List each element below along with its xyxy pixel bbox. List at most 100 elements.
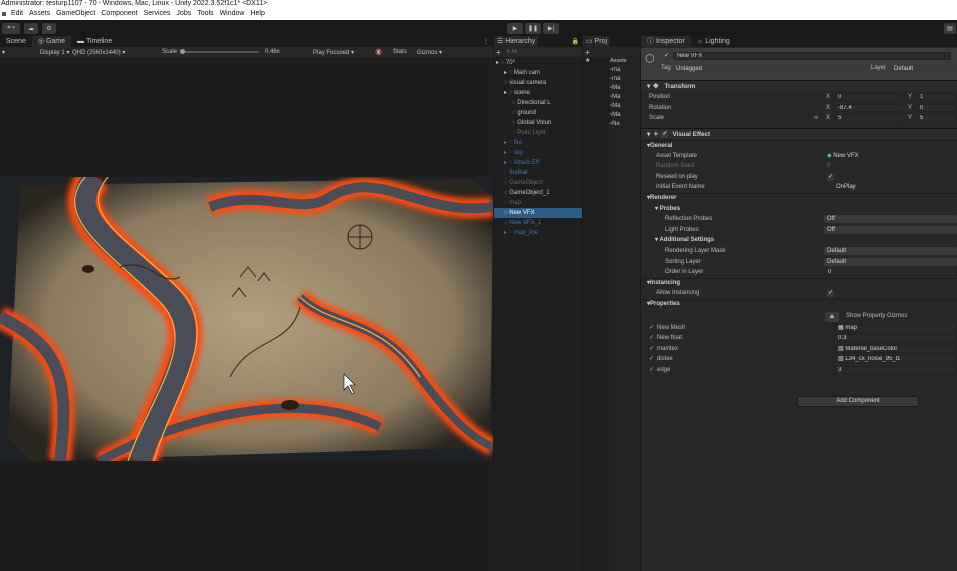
- hierarchy-item[interactable]: ◌ map: [494, 198, 582, 208]
- reflection-probes-dropdown[interactable]: Off: [824, 215, 957, 224]
- position-y-field[interactable]: 1: [916, 93, 957, 101]
- project-asset-item[interactable]: ▫ma: [610, 75, 640, 84]
- menu-services[interactable]: Services: [144, 8, 171, 20]
- project-asset-item[interactable]: ▫Ma: [610, 111, 640, 120]
- layers-icon[interactable]: ▤: [944, 23, 956, 34]
- allow-instancing-checkbox[interactable]: ✓: [827, 290, 834, 298]
- menu-jobs[interactable]: Jobs: [176, 8, 191, 20]
- property-override-checkbox[interactable]: ✓: [649, 344, 654, 355]
- properties-foldout[interactable]: ▾ Properties: [641, 298, 957, 310]
- rendering-layer-dropdown[interactable]: Default: [824, 246, 957, 255]
- scale-y-field[interactable]: 5: [916, 114, 957, 123]
- menu-component[interactable]: Component: [101, 8, 137, 20]
- vfx-enabled-checkbox[interactable]: ✓: [661, 130, 669, 138]
- asset-template-field[interactable]: ◆ New VFX: [827, 151, 859, 162]
- property-value-field[interactable]: 3: [834, 365, 957, 374]
- tab-timeline[interactable]: ▬ Timeline: [71, 36, 118, 47]
- tab-hierarchy[interactable]: ☰ Hierarchy: [494, 36, 539, 47]
- hierarchy-item[interactable]: ▸ ◌ fire: [494, 138, 582, 148]
- hierarchy-item[interactable]: ◌ New VFX: [494, 208, 582, 218]
- lock-icon[interactable]: 🔒: [572, 38, 579, 45]
- tools-dropdown[interactable]: ⌗ ▾: [2, 23, 20, 34]
- object-name-field[interactable]: New VFX: [673, 52, 951, 60]
- hierarchy-item[interactable]: ◌ GameObject: [494, 178, 582, 188]
- gear-icon[interactable]: ⚙: [42, 23, 56, 34]
- rotation-x-field[interactable]: -87.4: [834, 103, 904, 112]
- additional-settings-foldout[interactable]: ▾ Additional Settings: [641, 235, 957, 246]
- tab-project[interactable]: ▭ Proj: [583, 36, 611, 47]
- add-asset-icon[interactable]: +: [585, 48, 590, 57]
- hierarchy-item[interactable]: ◌ visual camera: [494, 78, 582, 88]
- gizmo-tool-icon[interactable]: ⛰: [825, 311, 839, 322]
- active-checkbox[interactable]: ✓: [663, 53, 670, 60]
- hierarchy-item[interactable]: ▸ ◌ Main cam: [494, 68, 582, 78]
- scale-slider[interactable]: [180, 49, 260, 54]
- game-dropdown[interactable]: ▾: [2, 49, 40, 56]
- random-seed-field[interactable]: 0: [827, 161, 830, 172]
- tag-dropdown[interactable]: Untagged: [673, 65, 863, 73]
- instancing-foldout[interactable]: ▾ Instancing: [641, 277, 957, 289]
- property-value-field[interactable]: ▦ map: [834, 323, 957, 332]
- layer-dropdown[interactable]: Default: [891, 65, 957, 73]
- scale-x-field[interactable]: 5: [834, 114, 904, 123]
- pause-icon[interactable]: ❚❚: [525, 23, 541, 34]
- hierarchy-item[interactable]: ◌ Global Volun: [494, 118, 582, 128]
- transform-header[interactable]: ▾ ✥ Transform: [641, 80, 957, 91]
- windows-icon[interactable]: [2, 12, 6, 16]
- project-asset-item[interactable]: ▫Ma: [610, 84, 640, 93]
- display-dropdown[interactable]: Display 1 ▾: [40, 49, 72, 56]
- project-asset-item[interactable]: ▫Ne: [610, 120, 640, 129]
- menu-edit[interactable]: Edit: [11, 8, 23, 20]
- add-component-button[interactable]: Add Component: [797, 396, 919, 407]
- menu-tools[interactable]: Tools: [197, 8, 213, 20]
- reseed-checkbox[interactable]: ✓: [827, 173, 834, 181]
- tab-game[interactable]: ◎ Game: [31, 36, 72, 47]
- favorites-star-icon[interactable]: ★: [583, 57, 609, 64]
- property-override-checkbox[interactable]: ✓: [649, 333, 654, 344]
- position-x-field[interactable]: 0: [834, 93, 904, 101]
- hierarchy-item[interactable]: ◌ Point Light: [494, 128, 582, 138]
- hierarchy-item[interactable]: ▸ ◌ Attack Eff: [494, 158, 582, 168]
- property-value-field[interactable]: ▧ L34_cx_noise_95_l1: [834, 355, 957, 364]
- sorting-layer-dropdown[interactable]: Default: [824, 257, 957, 266]
- property-override-checkbox[interactable]: ✓: [649, 323, 654, 334]
- visual-effect-header[interactable]: ▾ ✦ ✓ Visual Effect: [641, 128, 957, 139]
- general-foldout[interactable]: ▾ General: [641, 140, 957, 151]
- hierarchy-item[interactable]: ▸ ◌ scene: [494, 88, 582, 98]
- tab-inspector[interactable]: ⓘ Inspector: [641, 36, 691, 47]
- tab-scene[interactable]: Scene: [0, 36, 32, 47]
- scale-slider-handle[interactable]: [180, 49, 186, 54]
- mute-icon[interactable]: 🔇: [375, 49, 393, 56]
- hierarchy-item[interactable]: ◌ GameObject_1: [494, 188, 582, 198]
- link-icon[interactable]: ∞: [814, 113, 818, 124]
- hierarchy-search[interactable]: ⚲ All: [503, 48, 582, 56]
- cloud-icon[interactable]: ☁: [24, 23, 38, 34]
- probes-foldout[interactable]: ▾ Probes: [641, 204, 957, 215]
- game-view[interactable]: [0, 177, 493, 461]
- play-mode-dropdown[interactable]: Play Focused ▾: [313, 49, 375, 56]
- hierarchy-item[interactable]: ◌ fireBall: [494, 168, 582, 178]
- property-value-field[interactable]: ▧ Material_baseColor: [834, 344, 957, 353]
- more-icon[interactable]: ⋮: [483, 38, 489, 45]
- hierarchy-item[interactable]: ◌ Directional L: [494, 98, 582, 108]
- resolution-dropdown[interactable]: QHD (2560x1440) ▾: [72, 49, 162, 56]
- play-icon[interactable]: ▶: [507, 23, 523, 34]
- menu-gameobject[interactable]: GameObject: [56, 8, 95, 20]
- hierarchy-item[interactable]: ▸ ◌ sky: [494, 148, 582, 158]
- hierarchy-item[interactable]: ◌ New VFX_1: [494, 218, 582, 228]
- add-icon[interactable]: +: [496, 48, 501, 57]
- project-asset-item[interactable]: ▫Ma: [610, 93, 640, 102]
- property-value-field[interactable]: 0.3: [834, 334, 957, 343]
- tab-lighting[interactable]: ☼ Lighting: [691, 36, 736, 47]
- project-asset-item[interactable]: ▫Ma: [610, 102, 640, 111]
- renderer-foldout[interactable]: ▾ Renderer: [641, 192, 957, 204]
- light-probes-dropdown[interactable]: Off: [824, 225, 957, 234]
- initial-event-field[interactable]: OnPlay: [836, 182, 856, 193]
- menu-window[interactable]: Window: [220, 8, 245, 20]
- hierarchy-item[interactable]: ▸ ◌ map_line: [494, 228, 582, 238]
- property-override-checkbox[interactable]: ✓: [649, 354, 654, 365]
- menu-help[interactable]: Help: [250, 8, 264, 20]
- order-in-layer-field[interactable]: 0: [824, 268, 957, 277]
- step-icon[interactable]: ▶|: [543, 23, 559, 34]
- project-asset-item[interactable]: ▫ma: [610, 66, 640, 75]
